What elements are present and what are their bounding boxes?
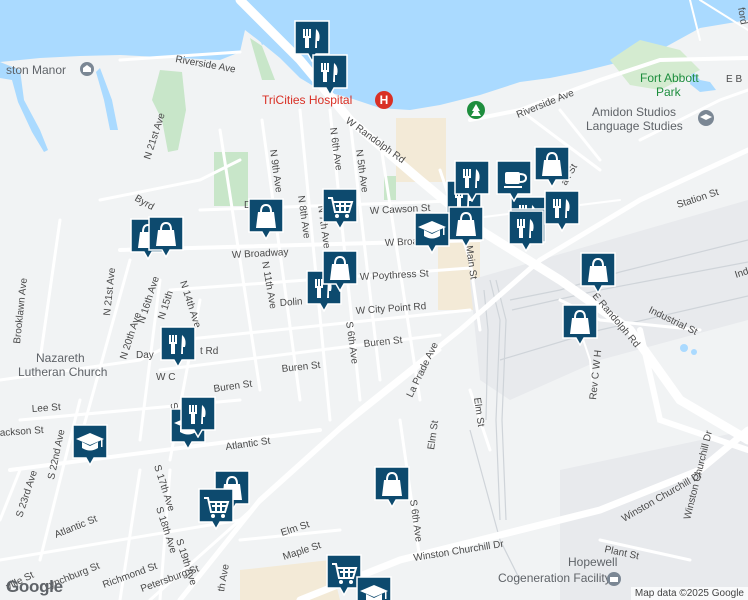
shopping-marker-6[interactable] [580, 252, 616, 294]
map-attribution[interactable]: Map data ©2025 Google [630, 587, 748, 600]
restaurant-marker-2[interactable] [312, 54, 348, 96]
shopping-marker-10[interactable] [448, 206, 484, 248]
poi-label-manor: ston Manor [6, 63, 66, 77]
shopping-marker-5[interactable] [534, 146, 570, 188]
school-poi-icon [698, 110, 714, 126]
poi-label-fort-abbott: Fort Abbott [640, 71, 699, 85]
poi-label-amidon-1: Amidon Studios [592, 105, 676, 119]
street-label-e-b: E B [726, 74, 742, 85]
poi-label-cogeneration: Cogeneration Facility [498, 571, 611, 585]
restaurant-marker-4[interactable] [160, 326, 196, 368]
cafe-marker-1[interactable] [496, 160, 532, 202]
poi-label-park: Park [656, 85, 682, 99]
hospital-icon: H [375, 91, 393, 109]
school-marker-1[interactable] [414, 212, 450, 254]
shopping-marker-8[interactable] [374, 466, 410, 508]
poi-label-nazareth-2: Lutheran Church [18, 365, 107, 379]
restaurant-marker-11[interactable] [508, 210, 544, 252]
factory-icon [607, 572, 621, 586]
grocery-marker-2[interactable] [198, 488, 234, 530]
restaurant-marker-10[interactable] [544, 190, 580, 232]
street-label-dolin: Dolin [279, 296, 303, 309]
street-label-rd: t Rd [200, 346, 218, 357]
landmark-icon [80, 62, 94, 76]
street-label-day: Day [136, 350, 154, 361]
google-logo: Google [6, 577, 63, 596]
street-label-lee-st: Lee St [31, 402, 61, 415]
poi-label-nazareth-1: Nazareth [36, 351, 85, 365]
map-canvas[interactable]: Riverside Ave Riverside Ave N 21st Ave N… [0, 0, 748, 600]
shopping-marker-7[interactable] [562, 304, 598, 346]
street-label-w-c: W C [156, 372, 175, 383]
shopping-marker-4[interactable] [322, 250, 358, 292]
poi-label-amidon-2: Language Studies [586, 119, 683, 133]
shopping-marker-3[interactable] [148, 216, 184, 258]
base-map: Riverside Ave Riverside Ave N 21st Ave N… [0, 0, 748, 600]
park-tree-icon [467, 101, 485, 119]
grocery-marker-1[interactable] [322, 188, 358, 230]
restaurant-marker-9[interactable] [180, 396, 216, 438]
svg-text:H: H [380, 93, 389, 107]
shopping-marker-1[interactable] [248, 198, 284, 240]
restaurant-marker-7[interactable] [454, 160, 490, 202]
school-marker-4[interactable] [356, 576, 392, 600]
school-marker-3[interactable] [72, 424, 108, 466]
poi-label-hopewell: Hopewell [568, 555, 617, 569]
